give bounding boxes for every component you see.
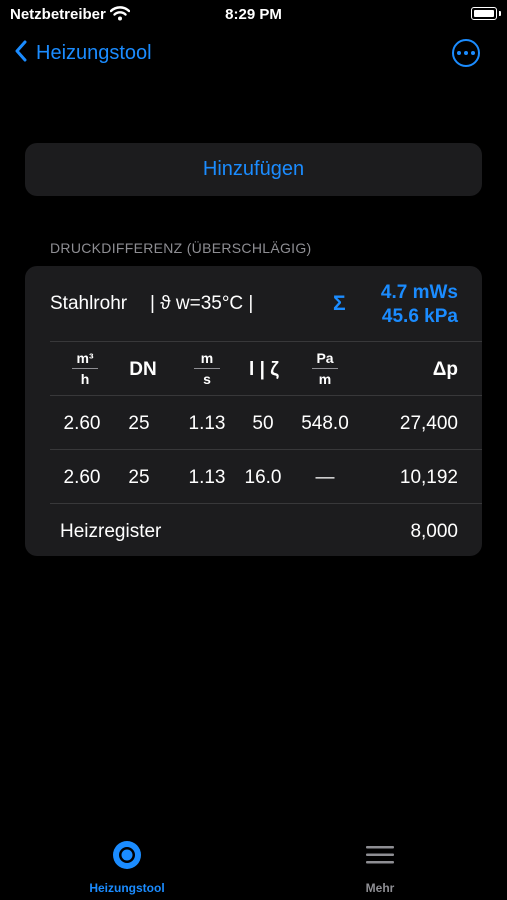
pressure-gradient-cell: —	[315, 467, 335, 488]
length-cell: 16.0	[244, 467, 282, 488]
battery-icon	[471, 7, 501, 20]
divider	[50, 341, 482, 342]
heizregister-label: Heizregister	[60, 521, 162, 542]
total-mws: 4.7 mWs	[380, 282, 458, 303]
dn-header: DN	[129, 359, 157, 380]
velocity-cell: 1.13	[188, 413, 226, 434]
divider	[50, 503, 482, 504]
pressure-gradient-header-num: Pa	[316, 350, 334, 366]
clock-label: 8:29 PM	[225, 6, 282, 23]
tab-mehr[interactable]: Mehr	[310, 840, 450, 895]
heizregister-value: 8,000	[410, 521, 458, 542]
navigation-bar: Heizungstool	[0, 36, 507, 72]
pressure-gradient-cell: 548.0	[301, 413, 349, 434]
back-button[interactable]: Heizungstool	[14, 36, 152, 70]
pressure-gradient-header: Pa m	[310, 350, 340, 387]
pressure-diff-card: Stahlrohr | ϑ w=35°C | Σ 4.7 mWs 45.6 kP…	[25, 266, 482, 556]
dp-cell: 10,192	[399, 467, 458, 488]
velocity-header-num: m	[200, 350, 214, 366]
ellipsis-circle-icon[interactable]	[452, 39, 480, 67]
status-bar: Netzbetreiber 8:29 PM	[0, 0, 507, 30]
divider	[50, 449, 482, 450]
total-kpa: 45.6 kPa	[381, 306, 458, 327]
flow-header: m³ h	[70, 350, 100, 387]
velocity-cell: 1.13	[188, 467, 226, 488]
chevron-left-icon	[14, 40, 28, 67]
tab-bar: Heizungstool Mehr	[0, 840, 507, 900]
target-circle-icon	[112, 840, 142, 875]
totals: 4.7 mWs 45.6 kPa	[381, 281, 458, 329]
tab-label: Heizungstool	[89, 881, 165, 895]
dn-cell: 25	[128, 413, 150, 434]
flow-header-num: m³	[76, 350, 94, 366]
hamburger-menu-icon	[365, 840, 395, 875]
dn-cell: 25	[128, 467, 150, 488]
add-button[interactable]: Hinzufügen	[25, 143, 482, 196]
water-temp-label: | ϑ w=35°C |	[150, 293, 254, 314]
length-cell: 50	[252, 413, 274, 434]
tab-label: Mehr	[365, 881, 395, 895]
dp-header: Δp	[432, 359, 458, 380]
back-label: Heizungstool	[36, 41, 152, 64]
section-header: DRUCKDIFFERENZ (ÜBERSCHLÄGIG)	[50, 240, 312, 256]
pressure-gradient-header-den: m	[318, 371, 332, 387]
dp-cell: 27,400	[399, 413, 458, 434]
pipe-type-label: Stahlrohr	[50, 293, 128, 314]
sigma-icon: Σ	[333, 292, 346, 315]
divider	[50, 395, 482, 396]
flow-cell: 2.60	[63, 413, 101, 434]
length-zeta-header: l | ζ	[249, 359, 279, 380]
velocity-header: m s	[192, 350, 222, 387]
flow-cell: 2.60	[63, 467, 101, 488]
tab-heizungstool[interactable]: Heizungstool	[57, 840, 197, 895]
flow-header-den: h	[80, 371, 90, 387]
velocity-header-den: s	[203, 371, 211, 387]
